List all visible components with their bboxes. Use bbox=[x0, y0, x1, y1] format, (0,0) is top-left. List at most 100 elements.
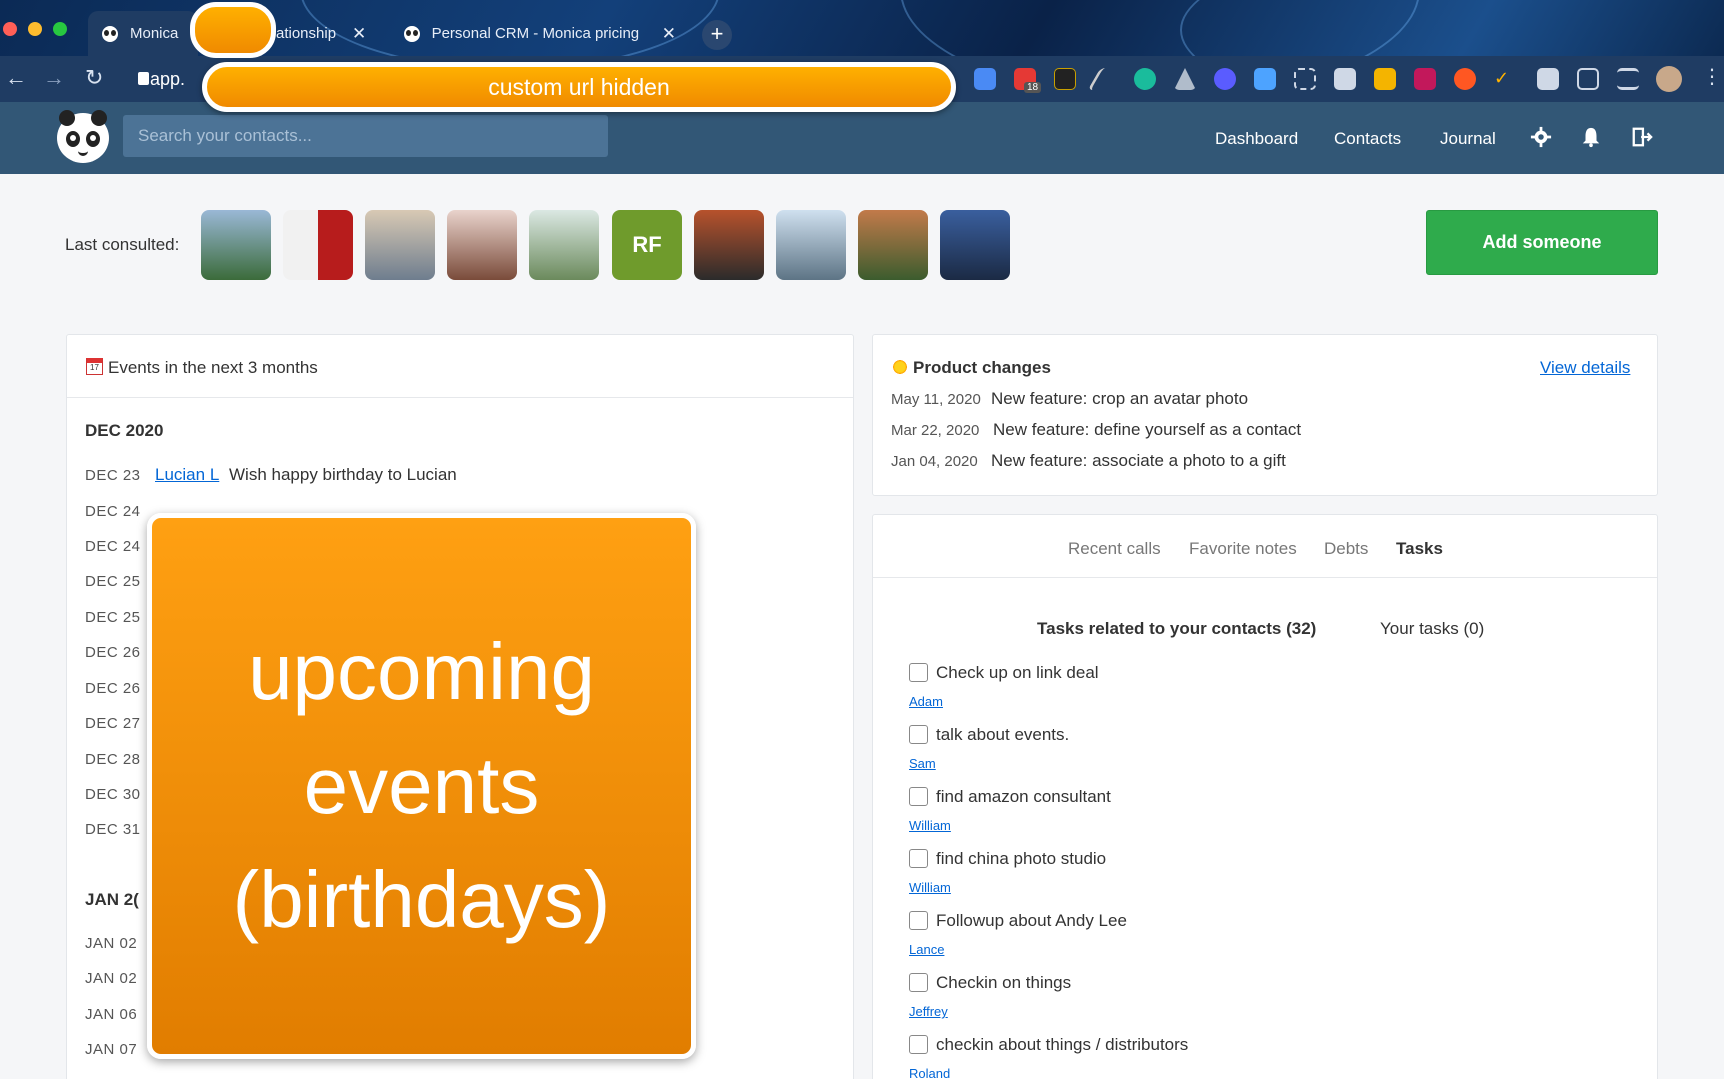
close-tab-icon[interactable]: ✕ bbox=[662, 24, 676, 44]
lock-icon bbox=[138, 72, 149, 85]
events-card-header: 17 Events in the next 3 months bbox=[67, 335, 853, 398]
address-bar[interactable]: app. bbox=[150, 69, 185, 90]
event-date: DEC 28 bbox=[85, 751, 141, 768]
logout-icon[interactable] bbox=[1631, 126, 1653, 148]
gear-icon[interactable] bbox=[1530, 126, 1552, 148]
contact-avatar[interactable] bbox=[858, 210, 928, 280]
profile-avatar[interactable] bbox=[1656, 66, 1682, 92]
last-consulted-label: Last consulted: bbox=[65, 235, 180, 254]
tab-monica[interactable]: Monica bbox=[88, 11, 198, 56]
fullscreen-extension-icon[interactable] bbox=[1294, 68, 1316, 90]
tab-recent-calls[interactable]: Recent calls bbox=[1068, 539, 1161, 559]
gear-extension-icon[interactable] bbox=[1454, 68, 1476, 90]
change-text: New feature: associate a photo to a gift bbox=[991, 451, 1286, 470]
event-date: DEC 26 bbox=[85, 644, 141, 661]
contact-avatar[interactable] bbox=[365, 210, 435, 280]
task-contact-link[interactable]: Jeffrey bbox=[909, 1004, 948, 1019]
task-text: find china photo studio bbox=[936, 849, 1107, 868]
task-text: Check up on link deal bbox=[936, 663, 1099, 682]
notes-extension-icon[interactable] bbox=[1374, 68, 1396, 90]
calendar-icon: 17 bbox=[86, 358, 103, 375]
tab-tasks[interactable]: Tasks bbox=[1396, 539, 1443, 559]
event-date: JAN 02 bbox=[85, 935, 138, 952]
event-contact-link[interactable]: Lucian L bbox=[155, 465, 219, 485]
logo-eye bbox=[66, 131, 80, 147]
nav-dashboard[interactable]: Dashboard bbox=[1215, 129, 1298, 149]
event-date: DEC 24 bbox=[85, 538, 141, 555]
tab-label: Personal CRM - Monica pricing bbox=[431, 25, 640, 42]
cast-icon[interactable] bbox=[1577, 68, 1599, 90]
zoom-window-button[interactable] bbox=[53, 22, 67, 36]
contact-avatar-initials[interactable]: RF bbox=[612, 210, 682, 280]
logo-ear bbox=[59, 110, 75, 126]
task-checkbox[interactable] bbox=[909, 973, 928, 992]
keepa-icon[interactable] bbox=[1054, 68, 1076, 90]
search-input[interactable] bbox=[123, 115, 608, 157]
contact-avatar[interactable] bbox=[201, 210, 271, 280]
event-date: DEC 25 bbox=[85, 573, 141, 590]
monica-logo[interactable] bbox=[57, 110, 109, 163]
minimize-window-button[interactable] bbox=[28, 22, 42, 36]
subtab-contact-tasks[interactable]: Tasks related to your contacts (32) bbox=[1037, 619, 1316, 639]
event-date: JAN 02 bbox=[85, 970, 138, 987]
task-checkbox[interactable] bbox=[909, 725, 928, 744]
sparkle-extension-icon[interactable] bbox=[1214, 68, 1236, 90]
task-contact-link[interactable]: William bbox=[909, 818, 951, 833]
pen-icon[interactable] bbox=[1087, 68, 1123, 90]
tab-monica-pricing[interactable]: Personal CRM - Monica pricing ✕ bbox=[390, 11, 690, 56]
task-contact-link[interactable]: Sam bbox=[909, 756, 936, 771]
camera-icon[interactable] bbox=[1334, 68, 1356, 90]
close-window-button[interactable] bbox=[3, 22, 17, 36]
task-text: find amazon consultant bbox=[936, 787, 1111, 806]
monica-favicon-icon bbox=[102, 25, 118, 42]
add-someone-button[interactable]: Add someone bbox=[1426, 210, 1658, 275]
drive-icon[interactable] bbox=[1174, 68, 1196, 90]
bell-icon[interactable] bbox=[1580, 126, 1602, 148]
m-extension-icon[interactable] bbox=[1134, 68, 1156, 90]
contact-avatar[interactable] bbox=[283, 210, 353, 280]
task-checkbox[interactable] bbox=[909, 1035, 928, 1054]
task-text: Followup about Andy Lee bbox=[936, 911, 1127, 930]
tab-debts[interactable]: Debts bbox=[1324, 539, 1368, 559]
back-arrow-icon[interactable]: ← bbox=[5, 65, 27, 91]
contact-avatar[interactable] bbox=[940, 210, 1010, 280]
contact-avatar[interactable] bbox=[776, 210, 846, 280]
google-translate-icon[interactable] bbox=[974, 68, 996, 90]
nav-contacts[interactable]: Contacts bbox=[1334, 129, 1401, 149]
tab-favorite-notes[interactable]: Favorite notes bbox=[1189, 539, 1297, 559]
close-tab-icon[interactable]: ✕ bbox=[352, 24, 366, 44]
forward-arrow-icon[interactable]: → bbox=[43, 65, 65, 91]
reader-extension-icon[interactable] bbox=[1254, 68, 1276, 90]
overlay-line: upcoming bbox=[248, 627, 595, 716]
subtab-your-tasks[interactable]: Your tasks (0) bbox=[1380, 619, 1484, 639]
task-checkbox[interactable] bbox=[909, 663, 928, 682]
chart-extension-icon[interactable] bbox=[1414, 68, 1436, 90]
more-menu-icon[interactable]: ⋮ bbox=[1702, 64, 1722, 89]
tasks-card: Recent calls Favorite notes Debts Tasks … bbox=[872, 514, 1658, 1079]
new-tab-button[interactable]: + bbox=[702, 20, 732, 50]
upcoming-events-callout-overlay: upcoming events (birthdays) bbox=[147, 513, 696, 1059]
task-contact-link[interactable]: Roland bbox=[909, 1066, 950, 1079]
event-date: DEC 24 bbox=[85, 503, 141, 520]
task-contact-link[interactable]: Lance bbox=[909, 942, 944, 957]
media-queue-icon[interactable] bbox=[1617, 68, 1639, 90]
contact-avatar[interactable] bbox=[447, 210, 517, 280]
task-contact-link[interactable]: William bbox=[909, 880, 951, 895]
contact-avatar[interactable] bbox=[529, 210, 599, 280]
month-heading: JAN 2( bbox=[85, 890, 139, 909]
nav-journal[interactable]: Journal bbox=[1440, 129, 1496, 149]
task-checkbox[interactable] bbox=[909, 787, 928, 806]
overlay-line: (birthdays) bbox=[232, 855, 611, 944]
change-text: New feature: crop an avatar photo bbox=[991, 389, 1249, 408]
task-checkbox[interactable] bbox=[909, 849, 928, 868]
task-checkbox[interactable] bbox=[909, 911, 928, 930]
product-changes-card: Product changes View details May 11, 202… bbox=[872, 334, 1658, 496]
view-details-link[interactable]: View details bbox=[1540, 358, 1630, 378]
contact-avatar[interactable] bbox=[694, 210, 764, 280]
reload-icon[interactable]: ↻ bbox=[85, 65, 103, 91]
tab-relationship[interactable]: ationship ✕ bbox=[262, 11, 386, 56]
tab-label: ationship bbox=[276, 25, 337, 42]
puzzle-extensions-icon[interactable] bbox=[1537, 68, 1559, 90]
w-extension-icon[interactable]: ✓ bbox=[1494, 68, 1516, 90]
task-contact-link[interactable]: Adam bbox=[909, 694, 943, 709]
